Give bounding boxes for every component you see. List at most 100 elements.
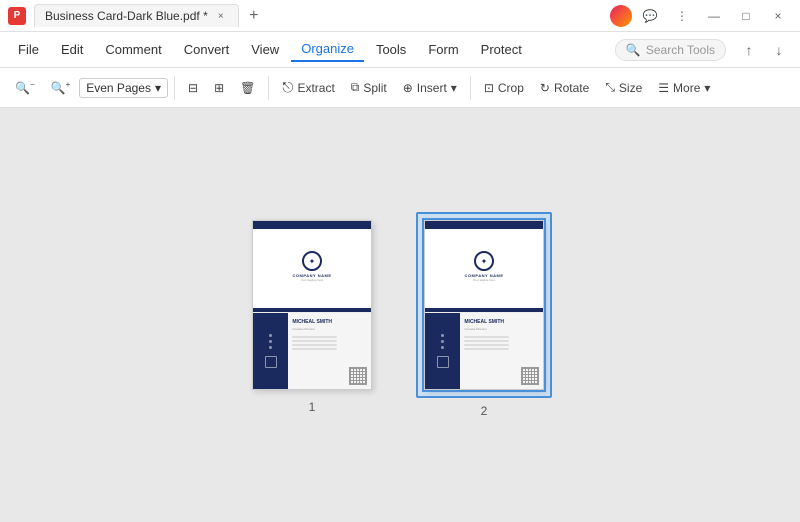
qr-code-1 [349,367,367,385]
card-front-1: ✦ COMPANY NAME Your tagline here [253,221,371,313]
download-icon[interactable]: ↓ [766,37,792,63]
extract-button[interactable]: ⎋ Extract [275,75,341,100]
menu-file[interactable]: File [8,38,49,61]
minimize-button[interactable]: — [700,2,728,30]
close-window-button[interactable]: × [764,2,792,30]
app-icon: P [8,7,26,25]
cloud-icons: ↑ ↓ [736,37,792,63]
main-content: ✦ COMPANY NAME Your tagline here MICHEAL… [0,108,800,522]
info-line-2a [464,336,509,338]
info-line-1a [292,336,337,338]
rotate-label: Rotate [554,81,589,95]
crop-button[interactable]: ⊡ Crop [477,77,531,99]
card-back-2: MICHEAL SMITH Creative Director [425,313,543,389]
page-2-wrapper[interactable]: ✦ COMPANY NAME Your tagline here MICHEAL… [416,212,552,398]
menu-edit[interactable]: Edit [51,38,93,61]
page-1-container: ✦ COMPANY NAME Your tagline here MICHEAL… [248,216,376,414]
toolbar-divider-3 [470,76,471,100]
zoom-out-button[interactable]: 🔍− [8,76,42,99]
size-button[interactable]: ⤡ Size [598,76,649,99]
menu-form[interactable]: Form [418,38,468,61]
search-icon: 🔍 [626,43,641,57]
menu-organize[interactable]: Organize [291,37,364,62]
page-2-container: ✦ COMPANY NAME Your tagline here MICHEAL… [416,212,552,418]
insert-chevron-icon: ▾ [451,81,457,95]
toolbar-divider-2 [268,76,269,100]
menu-bar: File Edit Comment Convert View Organize … [0,32,800,68]
insert-button[interactable]: ⊕ Insert ▾ [396,77,464,99]
split-label: Split [363,81,386,95]
qr-code-2 [521,367,539,385]
info-line-1b [292,340,337,342]
card-logo-1: ✦ [302,251,322,271]
upload-icon[interactable]: ↑ [736,37,762,63]
rotate-icon: ↻ [540,81,550,95]
maximize-button[interactable]: □ [732,2,760,30]
card-bottom-stripe-1 [253,308,371,312]
size-icon: ⤡ [605,80,615,95]
toolbar-divider-1 [174,76,175,100]
card-left-panel-2 [425,313,460,389]
new-tab-button[interactable]: + [243,5,265,27]
card-title-2: Creative Director [464,327,539,331]
thumbnail-icon: ⊞ [214,81,224,95]
zoom-in-icon: 🔍+ [51,80,71,95]
close-tab-button[interactable]: × [214,9,228,23]
page-1-thumbnail[interactable]: ✦ COMPANY NAME Your tagline here MICHEAL… [252,220,372,390]
info-line-2c [464,344,509,346]
zoom-in-button[interactable]: 🔍+ [44,76,78,99]
chat-button[interactable]: 💬 [636,2,664,30]
more-button[interactable]: ☰ More ▾ [651,77,717,99]
page-1-label: 1 [309,400,316,414]
page-filter-select[interactable]: Even Pages ▾ [79,78,168,98]
size-label: Size [619,81,642,95]
card-bottom-stripe-2 [425,308,543,312]
tab-title: Business Card-Dark Blue.pdf * [45,9,208,23]
insert-icon: ⊕ [403,81,413,95]
card-name-1: MICHEAL SMITH [292,319,367,325]
rotate-button[interactable]: ↻ Rotate [533,77,596,99]
dot-6 [441,346,444,349]
more-label: More [673,81,700,95]
search-tools-input[interactable]: 🔍 Search Tools [615,39,726,61]
dot-1 [269,334,272,337]
page-1-wrapper[interactable]: ✦ COMPANY NAME Your tagline here MICHEAL… [248,216,376,394]
card-front-2: ✦ COMPANY NAME Your tagline here [425,221,543,313]
more-chevron-icon: ▾ [704,81,710,95]
window-controls: 💬 ⋮ — □ × [610,2,792,30]
card-name-2: MICHEAL SMITH [464,319,539,325]
extract-icon: ⎋ [282,79,293,96]
menu-protect[interactable]: Protect [471,38,532,61]
title-bar: P Business Card-Dark Blue.pdf * × + 💬 ⋮ … [0,0,800,32]
crop-label: Crop [498,81,524,95]
delete-button[interactable]: 🗑 [233,77,262,99]
card-top-stripe-2 [425,221,543,229]
menu-convert[interactable]: Convert [174,38,240,61]
dot-4 [441,334,444,337]
split-view-button[interactable]: ⊟ [181,77,205,99]
split-button[interactable]: ⧉ Split [344,76,394,99]
menu-tools[interactable]: Tools [366,38,416,61]
info-line-1d [292,348,337,350]
card-logo-2: ✦ [474,251,494,271]
card-tagline-2: Your tagline here [473,278,496,282]
page-2-thumbnail[interactable]: ✦ COMPANY NAME Your tagline here MICHEAL… [424,220,544,390]
card-title-1: Creative Director [292,327,367,331]
chevron-down-icon: ▾ [155,81,161,95]
dot-3 [269,346,272,349]
user-avatar[interactable] [610,5,632,27]
menu-view[interactable]: View [241,38,289,61]
more-button[interactable]: ⋮ [668,2,696,30]
card-back-1: MICHEAL SMITH Creative Director [253,313,371,389]
card-tagline-1: Your tagline here [301,278,324,282]
info-line-2b [464,340,509,342]
dot-2 [269,340,272,343]
document-tab[interactable]: Business Card-Dark Blue.pdf * × [34,4,239,27]
page-filter-label: Even Pages [86,81,151,95]
delete-icon: 🗑 [240,81,255,95]
more-icon: ☰ [658,81,669,95]
card-top-stripe-1 [253,221,371,229]
menu-comment[interactable]: Comment [95,38,171,61]
toolbar: 🔍− 🔍+ Even Pages ▾ ⊟ ⊞ 🗑 ⎋ Extract ⧉ Spl… [0,68,800,108]
thumbnail-button[interactable]: ⊞ [207,77,231,99]
